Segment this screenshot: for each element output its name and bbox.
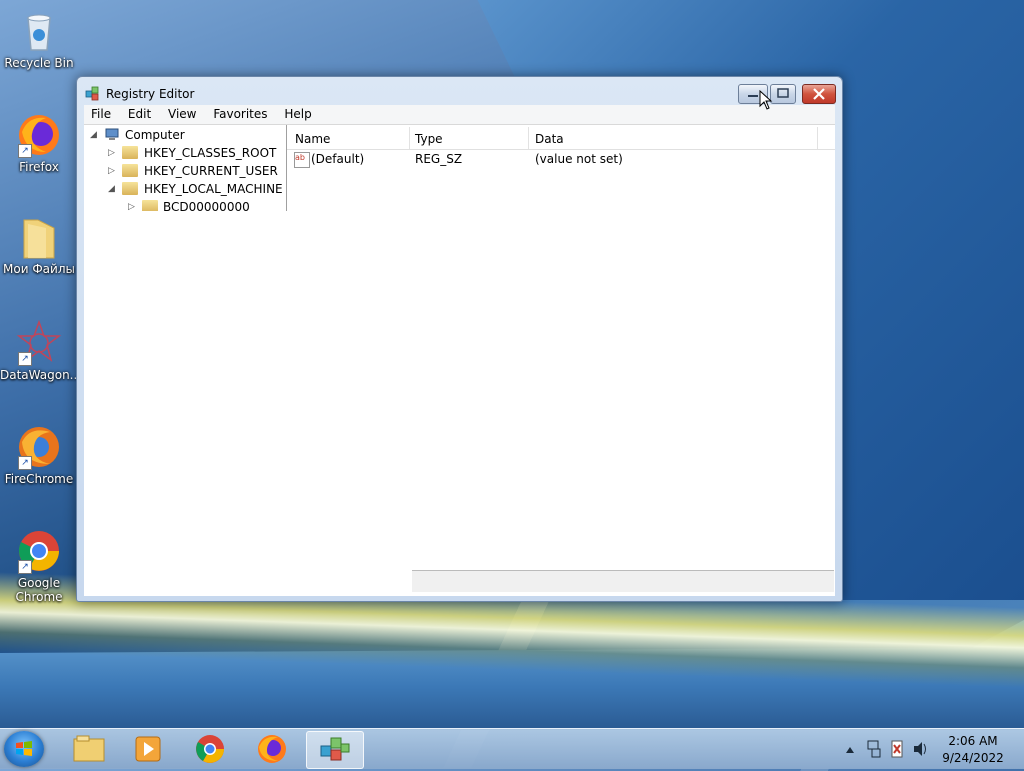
shortcut-arrow-icon: ↗ [18,560,32,574]
registry-editor-icon [85,85,101,101]
value-data: (value not set) [535,152,623,166]
taskbar-explorer[interactable] [60,731,116,767]
start-button[interactable] [4,731,44,767]
expand-arrow-icon[interactable]: ▷ [128,202,135,211]
column-divider[interactable] [409,127,410,149]
column-header-data[interactable]: Data [535,132,564,146]
shortcut-arrow-icon: ↗ [18,144,32,158]
tree-item-hkey-classes-root[interactable]: ▷ HKEY_CLASSES_ROOT [108,145,284,163]
desktop-icon-firechrome[interactable]: ↗ FireChrome [0,424,78,486]
shortcut-arrow-icon: ↗ [18,456,32,470]
status-bar [412,570,834,592]
string-value-icon: ab [294,152,310,168]
table-row[interactable]: ab (Default) REG_SZ (value not set) [287,152,835,170]
values-list[interactable]: Name Type Data ab (Default) REG_SZ (valu… [287,125,835,596]
desktop-icon-label: Google Chrome [15,576,63,604]
desktop-icon-label: DataWagon... [0,368,82,382]
taskbar-chrome[interactable] [182,731,238,767]
registry-editor-icon [320,737,350,761]
mouse-cursor-icon [759,90,773,110]
menu-edit[interactable]: Edit [121,105,157,121]
tree-item-label: HKEY_CLASSES_ROOT [144,146,277,160]
expand-arrow-icon[interactable]: ▷ [108,148,115,158]
folder-icon [122,146,138,159]
maximize-icon [777,88,789,98]
folder-icon [16,214,62,260]
desktop-icon-recycle-bin[interactable]: Recycle Bin [0,8,78,70]
media-player-icon [135,736,161,762]
tree-item-label: BCD00000000 [163,200,250,211]
desktop-icon-datawagon[interactable]: ↗ DataWagon... [0,319,82,382]
tree-item-hkey-current-user[interactable]: ▷ HKEY_CURRENT_USER [108,163,284,181]
taskbar-media-player[interactable] [120,731,176,767]
tree-item-label: Computer [125,128,185,142]
tree-item-hkey-local-machine[interactable]: ◢ HKEY_LOCAL_MACHINE [108,181,284,199]
value-name: (Default) [311,152,365,166]
show-hidden-icons-icon [846,747,854,753]
system-tray [846,740,926,758]
recycle-bin-icon [16,8,62,54]
title-bar[interactable]: Registry Editor [77,77,842,105]
shortcut-arrow-icon: ↗ [18,352,32,366]
network-icon [867,740,881,758]
collapse-arrow-icon[interactable]: ◢ [90,130,97,140]
computer-icon [105,128,119,140]
clock[interactable]: 2:06 AM 9/24/2022 [930,733,1016,767]
column-header-name[interactable]: Name [295,132,330,146]
tree-item-computer[interactable]: ◢ Computer [90,127,284,145]
windows-logo-icon [16,741,32,756]
expand-arrow-icon[interactable]: ▷ [108,166,115,176]
action-center-icon [891,740,903,758]
clock-date: 9/24/2022 [942,751,1004,765]
folder-icon [122,182,138,195]
tree-item-label: HKEY_LOCAL_MACHINE [144,182,283,196]
firefox-icon [258,735,286,763]
wallpaper-shape [0,620,1024,730]
menu-file[interactable]: File [84,105,117,121]
tree-item-bcd00000000[interactable]: ▷ BCD00000000 [128,199,284,211]
folder-icon [122,164,138,177]
maximize-button[interactable] [770,84,796,104]
firefox-icon: ↗ [16,112,62,158]
value-type: REG_SZ [415,152,463,166]
taskbar-registry-editor[interactable] [306,731,364,769]
desktop-icon-label: FireChrome [4,472,74,486]
menu-view[interactable]: View [161,105,202,121]
folder-icon [142,200,158,211]
menu-help[interactable]: Help [277,105,317,121]
taskbar-firefox[interactable] [244,731,300,767]
volume-icon [914,742,926,756]
window-title: Registry Editor [106,87,195,101]
chrome-icon: ↗ [16,528,62,574]
collapse-arrow-icon[interactable]: ◢ [108,184,115,194]
desktop-icon-label: Мои Файлы [3,262,75,276]
client-area: ◢ Computer ▷ HKEY_CLASSES_ROOT ▷ HKEY_CU… [84,124,835,596]
column-divider[interactable] [528,127,529,149]
desktop-icon-google-chrome[interactable]: ↗ Google Chrome [0,528,78,604]
column-header-type[interactable]: Type [415,132,443,146]
list-header: Name Type Data [287,127,835,150]
folder-icon [73,735,105,762]
datawagon-icon: ↗ [16,319,62,366]
desktop-icon-my-files[interactable]: Мои Файлы [0,214,78,276]
firechrome-icon: ↗ [16,424,62,470]
desktop-icon-firefox[interactable]: ↗ Firefox [0,112,78,174]
column-divider[interactable] [817,127,818,149]
tree-item-label: HKEY_CURRENT_USER [144,164,278,178]
clock-time: 2:06 AM [948,734,998,748]
registry-tree[interactable]: ◢ Computer ▷ HKEY_CLASSES_ROOT ▷ HKEY_CU… [84,125,284,211]
close-icon [813,88,825,100]
registry-editor-window[interactable]: Registry Editor File Edit View Favorites… [76,76,843,602]
desktop-icon-label: Firefox [19,160,59,174]
chrome-icon [196,735,224,763]
menu-bar: File Edit View Favorites Help [84,105,835,124]
close-button[interactable] [802,84,836,104]
desktop-icon-label: Recycle Bin [4,56,74,70]
taskbar: 2:06 AM 9/24/2022 [0,728,1024,769]
menu-favorites[interactable]: Favorites [206,105,273,121]
